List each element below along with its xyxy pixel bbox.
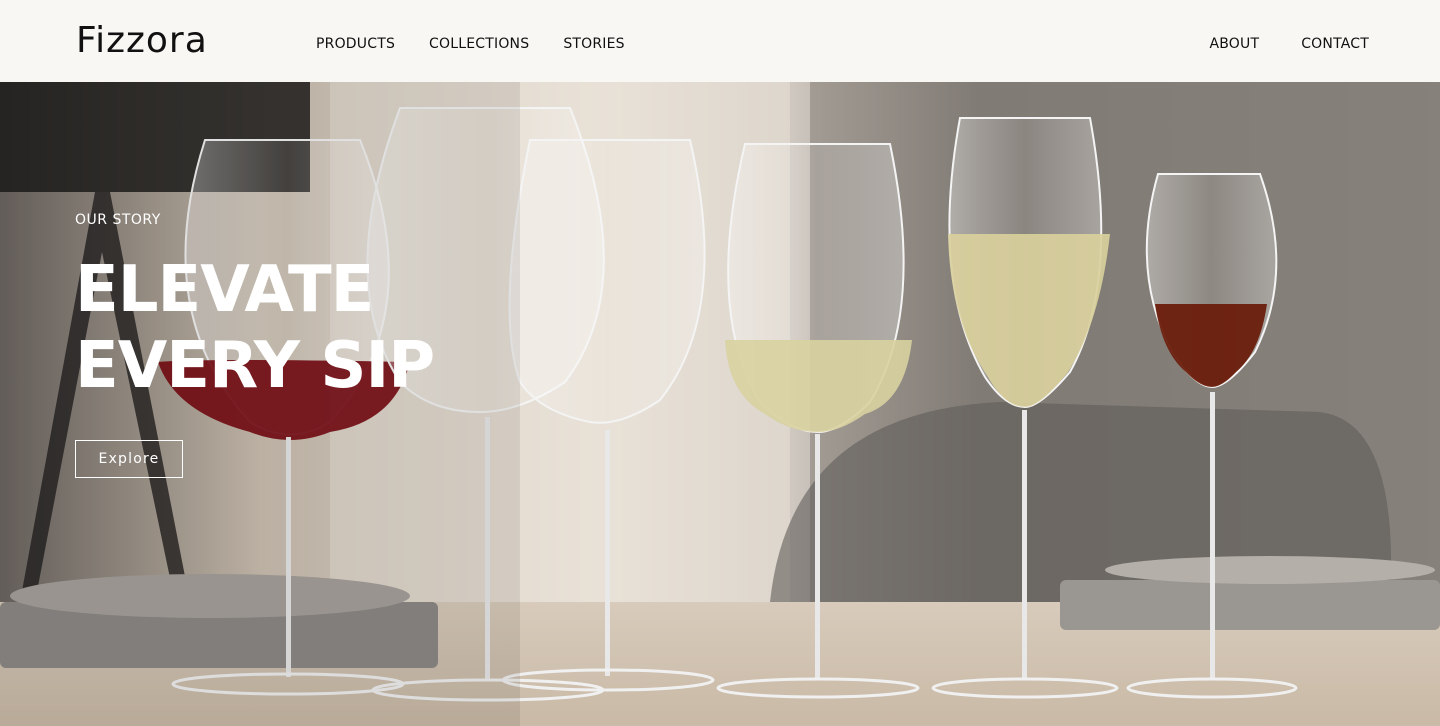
nav-link-stories[interactable]: STORIES <box>563 36 624 52</box>
hero-section: OUR STORY ELEVATE EVERY SIP Explore <box>0 82 1440 726</box>
hero-image <box>0 82 1440 726</box>
right-plate <box>1105 556 1435 584</box>
nav-link-about[interactable]: ABOUT <box>1209 36 1259 52</box>
nav-link-collections[interactable]: COLLECTIONS <box>429 36 529 52</box>
right-plate-stack <box>1060 580 1440 630</box>
primary-nav: PRODUCTS COLLECTIONS STORIES <box>316 36 625 52</box>
headline-line-2: EVERY SIP <box>75 329 435 403</box>
hero-eyebrow: OUR STORY <box>75 212 161 228</box>
nav-link-products[interactable]: PRODUCTS <box>316 36 395 52</box>
hero-headline: ELEVATE EVERY SIP <box>75 252 515 404</box>
hero-text-shade <box>0 82 520 726</box>
nav-link-contact[interactable]: CONTACT <box>1301 36 1369 52</box>
headline-line-1: ELEVATE <box>75 253 374 327</box>
site-header: Fizzora PRODUCTS COLLECTIONS STORIES ABO… <box>0 0 1440 82</box>
secondary-nav: ABOUT CONTACT <box>1209 36 1369 52</box>
brand-logo[interactable]: Fizzora <box>76 20 208 61</box>
explore-button[interactable]: Explore <box>75 440 183 478</box>
